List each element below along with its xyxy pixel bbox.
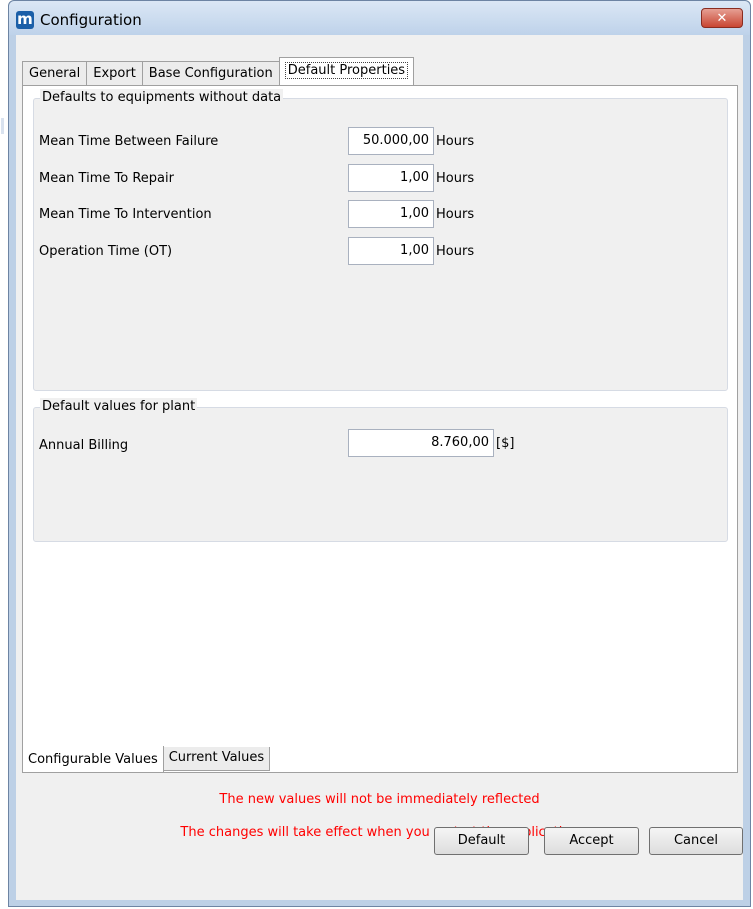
mtti-label: Mean Time To Intervention <box>39 207 212 222</box>
tab-label: Current Values <box>168 750 265 765</box>
default-properties-panel: Defaults to equipments without data Mean… <box>22 85 738 773</box>
window-title: Configuration <box>40 11 142 29</box>
mttr-input[interactable]: 1,00 <box>348 164 434 192</box>
annual-billing-label: Annual Billing <box>39 438 129 453</box>
accept-button[interactable]: Accept <box>544 827 639 855</box>
equipment-defaults-group: Defaults to equipments without data Mean… <box>33 89 728 391</box>
top-tab-strip: General Export Base Configuration Defaul… <box>22 57 415 85</box>
close-button[interactable]: ✕ <box>701 8 743 28</box>
close-icon: ✕ <box>716 11 728 26</box>
tab-general[interactable]: General <box>22 61 88 85</box>
operation-time-input[interactable]: 1,00 <box>348 237 434 265</box>
background-strip <box>0 0 8 909</box>
tab-label: Export <box>93 66 136 81</box>
group-title: Defaults to equipments without data <box>40 89 284 107</box>
tab-label: Base Configuration <box>148 66 273 81</box>
cancel-button[interactable]: Cancel <box>649 827 743 855</box>
tab-base-configuration[interactable]: Base Configuration <box>141 61 280 85</box>
tab-default-properties[interactable]: Default Properties <box>278 57 415 85</box>
bottom-tab-strip: Configurable Values Current Values <box>22 746 271 775</box>
mttr-label: Mean Time To Repair <box>39 171 174 186</box>
operation-time-unit: Hours <box>436 244 475 259</box>
mtbf-input[interactable]: 50.000,00 <box>348 127 434 155</box>
default-button[interactable]: Default <box>434 827 529 855</box>
operation-time-label: Operation Time (OT) <box>39 244 173 259</box>
tab-label: General <box>29 66 81 81</box>
group-title: Default values for plant <box>40 398 198 416</box>
plant-defaults-group: Default values for plant Annual Billing … <box>33 398 728 542</box>
app-logo-icon: m <box>16 10 34 29</box>
annual-billing-input[interactable]: 8.760,00 <box>348 429 494 457</box>
tab-configurable-values[interactable]: Configurable Values <box>22 746 164 773</box>
configuration-window: m Configuration ✕ General Export Base Co… <box>8 0 751 907</box>
dialog-client-area: General Export Base Configuration Defaul… <box>16 35 743 900</box>
mtti-input[interactable]: 1,00 <box>348 200 434 228</box>
background-mark <box>1 118 4 134</box>
mtbf-unit: Hours <box>436 134 475 149</box>
tab-current-values[interactable]: Current Values <box>162 747 271 771</box>
tab-label: Configurable Values <box>28 752 158 767</box>
title-bar[interactable]: m Configuration ✕ <box>9 1 750 35</box>
notice-not-reflected: The new values will not be immediately r… <box>219 792 540 807</box>
mtti-unit: Hours <box>436 207 475 222</box>
mttr-unit: Hours <box>436 171 475 186</box>
tab-label: Default Properties <box>284 62 409 79</box>
tab-export[interactable]: Export <box>86 61 143 85</box>
annual-billing-unit: [$] <box>496 436 515 451</box>
mtbf-label: Mean Time Between Failure <box>39 134 219 149</box>
